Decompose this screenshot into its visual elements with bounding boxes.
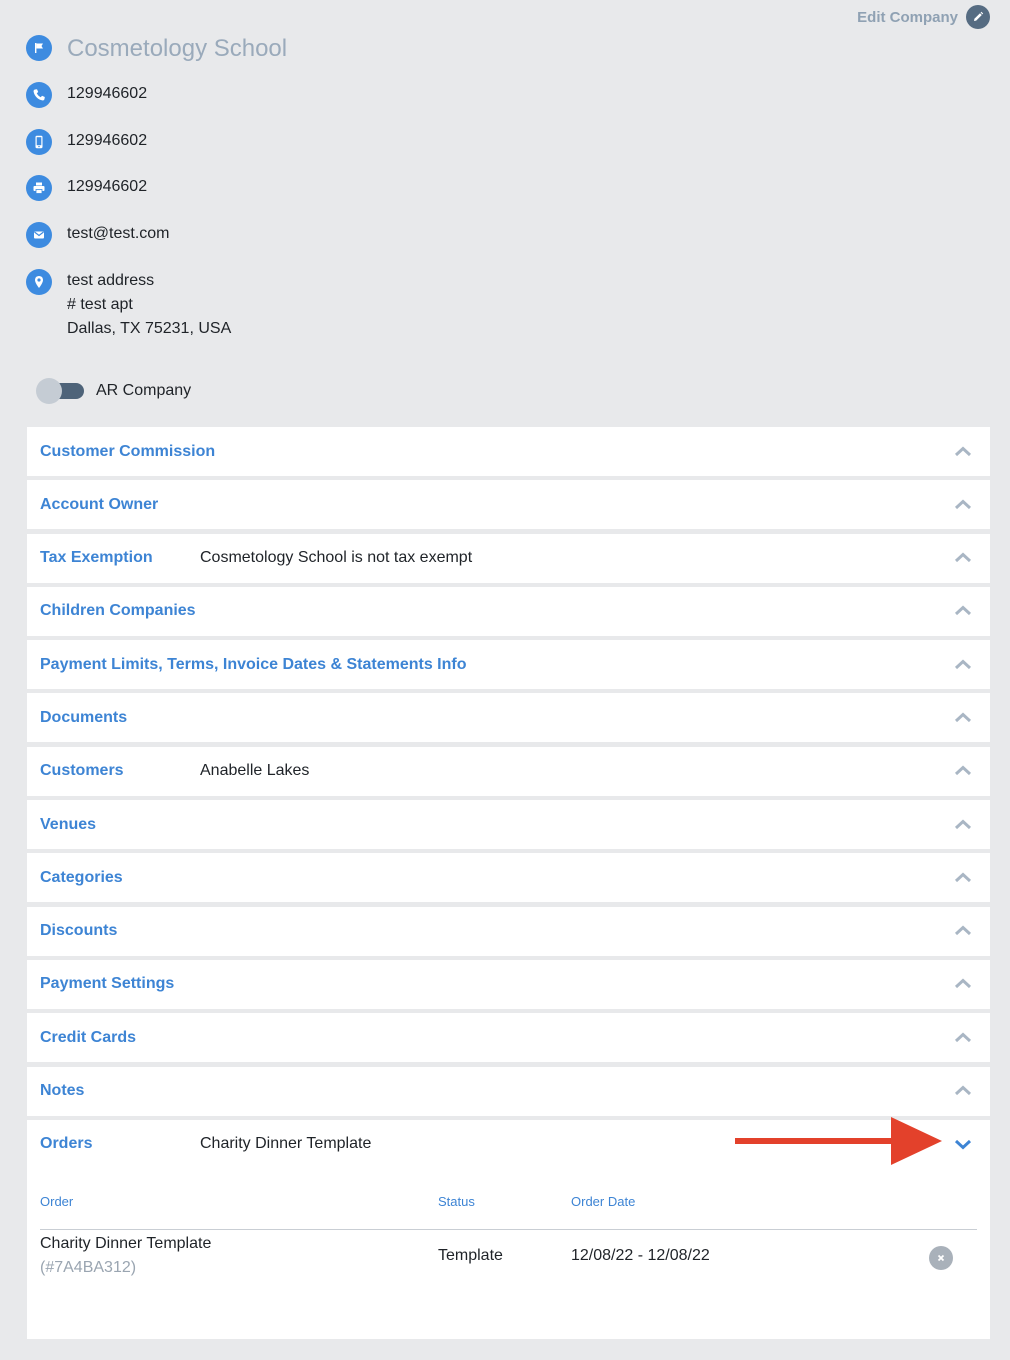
table-row[interactable]: Charity Dinner Template (#7A4BA312) Temp… — [40, 1230, 977, 1290]
location-pin-icon — [26, 269, 52, 295]
chevron-up-icon[interactable] — [954, 657, 972, 673]
chevron-up-icon[interactable] — [954, 763, 972, 779]
chevron-up-icon[interactable] — [954, 923, 972, 939]
toggle-knob — [36, 378, 62, 404]
section-title: Payment Settings — [40, 975, 175, 993]
section-payment-limits[interactable]: Payment Limits, Terms, Invoice Dates & S… — [27, 640, 990, 690]
table-header: Order Status Order Date — [40, 1188, 977, 1230]
chevron-up-icon[interactable] — [954, 870, 972, 886]
envelope-icon — [26, 222, 52, 248]
chevron-up-icon[interactable] — [954, 444, 972, 460]
address-row: test address # test apt Dallas, TX 75231… — [26, 269, 231, 341]
section-value: Cosmetology School is not tax exempt — [200, 549, 473, 567]
section-value: Anabelle Lakes — [200, 762, 310, 780]
phone-icon — [26, 82, 52, 108]
section-title: Payment Limits, Terms, Invoice Dates & S… — [40, 655, 467, 673]
chevron-up-icon[interactable] — [954, 1030, 972, 1046]
section-customers[interactable]: Customers Anabelle Lakes — [27, 746, 990, 796]
fax-number: 129946602 — [67, 178, 148, 195]
section-title: Categories — [40, 868, 123, 886]
section-title: Notes — [40, 1082, 85, 1100]
section-title: Venues — [40, 815, 97, 833]
section-account-owner[interactable]: Account Owner — [27, 480, 990, 530]
section-title: Children Companies — [40, 602, 196, 620]
section-venues[interactable]: Venues — [27, 800, 990, 850]
column-status: Status — [438, 1193, 475, 1209]
order-name[interactable]: Charity Dinner Template — [40, 1235, 211, 1253]
company-sections: Customer Commission Account Owner Tax Ex… — [27, 427, 990, 1339]
column-order: Order — [40, 1193, 74, 1209]
phone-row: 129946602 — [26, 82, 147, 108]
chevron-up-icon[interactable] — [954, 550, 972, 566]
section-title: Account Owner — [40, 495, 159, 513]
company-name-row: Cosmetology School — [26, 35, 287, 63]
edit-company-label: Edit Company — [857, 8, 958, 26]
section-payment-settings[interactable]: Payment Settings — [27, 959, 990, 1009]
chevron-up-icon[interactable] — [954, 1083, 972, 1099]
column-order-date: Order Date — [571, 1193, 636, 1209]
section-credit-cards[interactable]: Credit Cards — [27, 1013, 990, 1063]
chevron-up-icon[interactable] — [954, 976, 972, 992]
fax-row: 129946602 — [26, 175, 147, 201]
section-children-companies[interactable]: Children Companies — [27, 586, 990, 636]
section-documents[interactable]: Documents — [27, 693, 990, 743]
flag-icon — [26, 35, 52, 61]
email-address: test@test.com — [67, 225, 170, 242]
pencil-icon — [966, 5, 990, 29]
ar-company-label: AR Company — [96, 382, 192, 399]
section-title: Customers — [40, 762, 124, 780]
section-title: Tax Exemption — [40, 549, 153, 567]
section-discounts[interactable]: Discounts — [27, 906, 990, 956]
ar-company-toggle-row: AR Company — [36, 378, 191, 404]
phone-number: 129946602 — [67, 85, 148, 102]
chevron-up-icon[interactable] — [954, 603, 972, 619]
mobile-number: 129946602 — [67, 132, 148, 149]
section-value: Charity Dinner Template — [200, 1135, 372, 1153]
mobile-icon — [26, 129, 52, 155]
chevron-up-icon[interactable] — [954, 817, 972, 833]
company-name: Cosmetology School — [67, 35, 288, 62]
chevron-down-icon[interactable] — [954, 1136, 972, 1152]
edit-company-button[interactable]: Edit Company — [857, 5, 990, 29]
order-status: Template — [438, 1246, 503, 1264]
address-line-2: # test apt — [67, 296, 133, 313]
mobile-row: 129946602 — [26, 129, 147, 155]
orders-table: Order Status Order Date Charity Dinner T… — [40, 1188, 977, 1290]
annotation-arrow-icon — [735, 1117, 942, 1165]
section-tax-exemption[interactable]: Tax Exemption Cosmetology School is not … — [27, 533, 990, 583]
chevron-up-icon[interactable] — [954, 710, 972, 726]
printer-icon — [26, 175, 52, 201]
email-row: test@test.com — [26, 222, 170, 248]
section-title: Credit Cards — [40, 1028, 137, 1046]
section-title: Discounts — [40, 922, 118, 940]
section-notes[interactable]: Notes — [27, 1066, 990, 1116]
section-title: Documents — [40, 708, 128, 726]
address-line-1: test address — [67, 272, 155, 289]
section-categories[interactable]: Categories — [27, 853, 990, 903]
address-line-3: Dallas, TX 75231, USA — [67, 320, 232, 337]
order-date: 12/08/22 - 12/08/22 — [571, 1246, 710, 1264]
section-customer-commission[interactable]: Customer Commission — [27, 427, 990, 476]
order-id: (#7A4BA312) — [40, 1258, 137, 1276]
chevron-up-icon[interactable] — [954, 497, 972, 513]
close-icon[interactable] — [929, 1245, 953, 1270]
address-block: test address # test apt Dallas, TX 75231… — [67, 269, 231, 341]
ar-company-toggle[interactable] — [36, 378, 85, 404]
section-title: Orders — [40, 1135, 93, 1153]
section-title: Customer Commission — [40, 442, 216, 460]
